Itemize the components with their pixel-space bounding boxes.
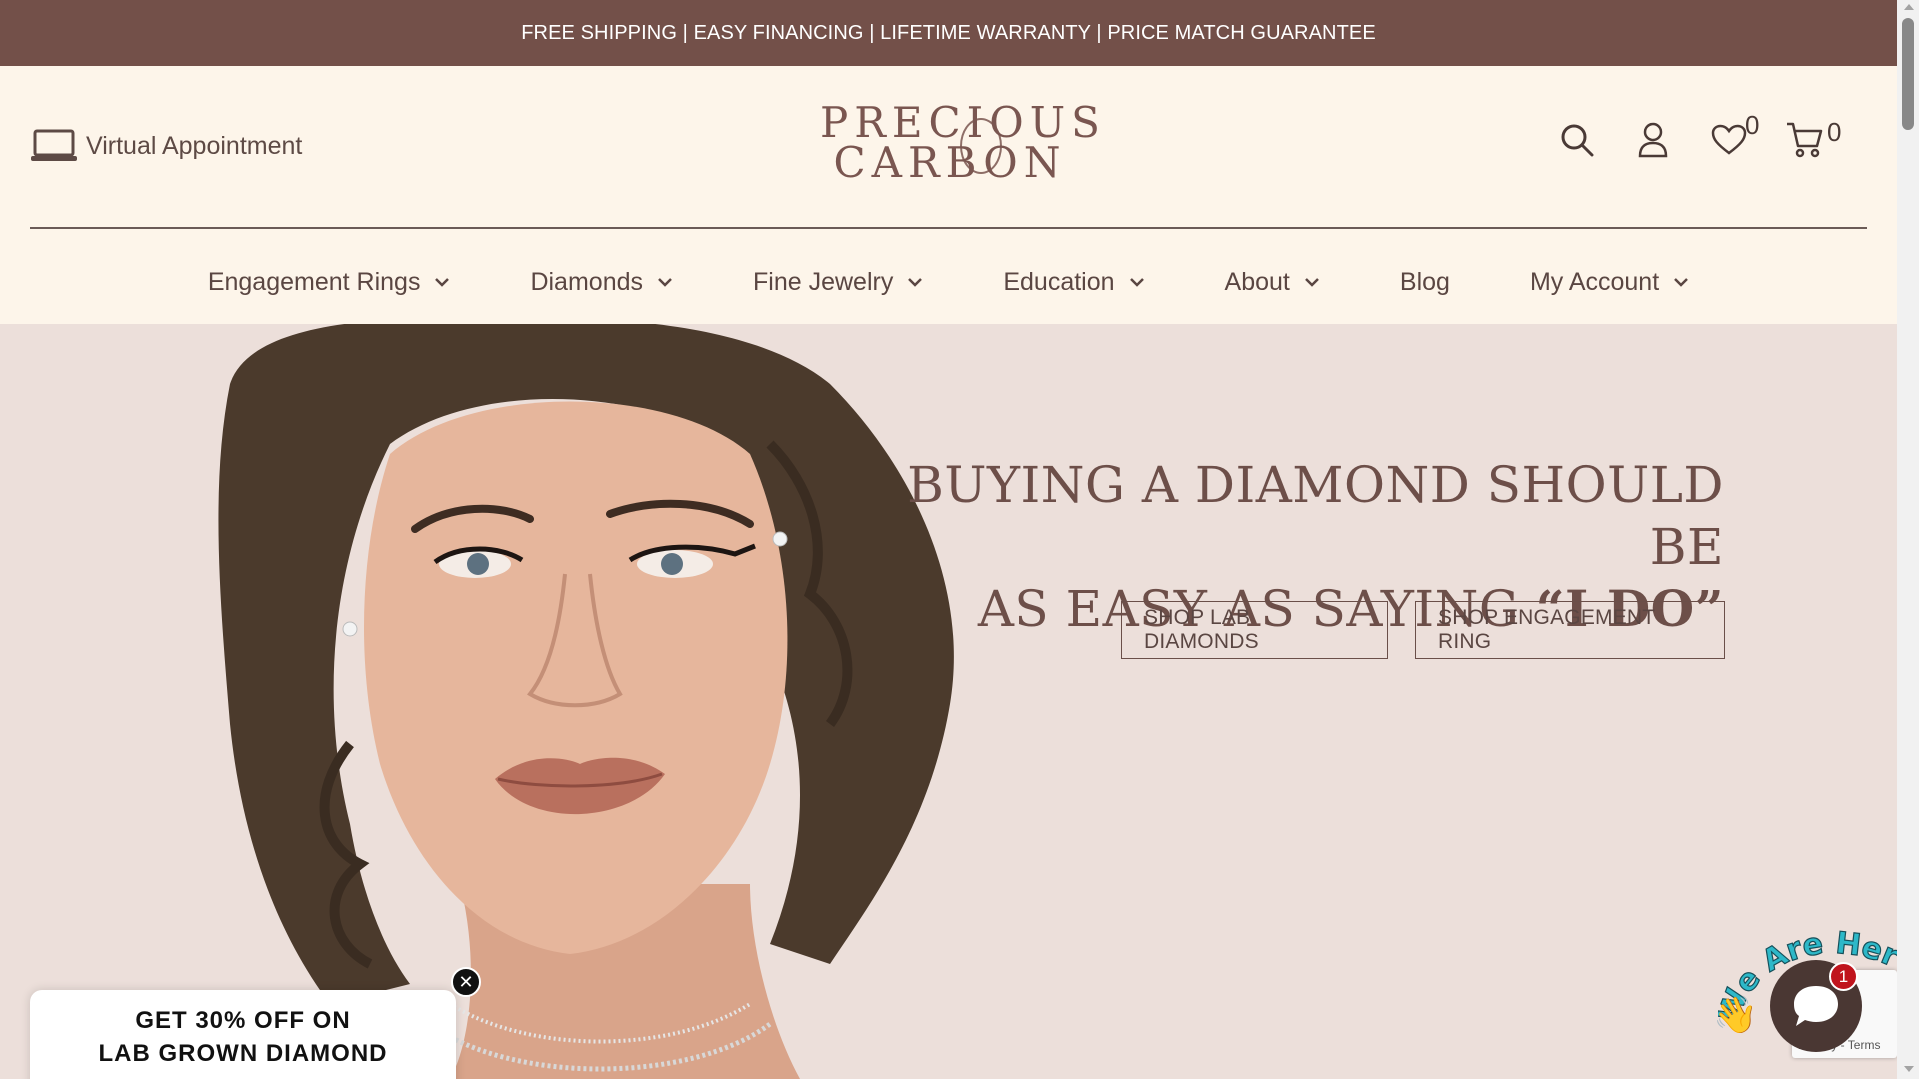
nav-item-engagement-rings[interactable]: Engagement Rings bbox=[208, 268, 451, 297]
site-header: Virtual Appointment PRECIOUS CARBON 0 0 … bbox=[0, 66, 1897, 324]
hero-model-image bbox=[218, 324, 954, 1079]
nav-item-about[interactable]: About bbox=[1225, 268, 1320, 297]
account-button[interactable] bbox=[1631, 118, 1675, 162]
shop-engagement-ring-button[interactable]: SHOP ENGAGEMENT RING bbox=[1415, 601, 1725, 659]
nav-item-diamonds[interactable]: Diamonds bbox=[530, 268, 673, 297]
laptop-icon bbox=[31, 129, 77, 161]
virtual-appointment-label: Virtual Appointment bbox=[86, 131, 303, 160]
chat-unread-badge: 1 bbox=[1829, 962, 1858, 991]
header-icons: 0 0 bbox=[1523, 110, 1841, 162]
logo-ring-mark bbox=[960, 118, 1002, 174]
nav-label: Education bbox=[1003, 267, 1115, 296]
promo-line1: GET 30% OFF ON bbox=[135, 1007, 351, 1034]
chevron-down-icon bbox=[658, 278, 672, 287]
nav-label: Engagement Rings bbox=[207, 267, 421, 296]
virtual-appointment-link[interactable]: Virtual Appointment bbox=[30, 128, 302, 164]
main-nav: Engagement Rings Diamonds Fine Jewelry E… bbox=[0, 252, 1897, 312]
search-button[interactable] bbox=[1555, 118, 1599, 162]
hero-headline-line1: BUYING A DIAMOND SHOULD BE bbox=[907, 456, 1724, 576]
announcement-bar: FREE SHIPPING | EASY FINANCING | LIFETIM… bbox=[0, 0, 1897, 66]
page: FREE SHIPPING | EASY FINANCING | LIFETIM… bbox=[0, 0, 1897, 1079]
hero-banner: BUYING A DIAMOND SHOULD BE AS EASY AS SA… bbox=[0, 324, 1897, 1079]
wishlist-count: 0 bbox=[1745, 110, 1760, 140]
nav-item-fine-jewelry[interactable]: Fine Jewelry bbox=[753, 268, 923, 297]
nav-label: Blog bbox=[1399, 267, 1450, 296]
cart-count: 0 bbox=[1827, 117, 1842, 147]
nav-item-my-account[interactable]: My Account bbox=[1530, 268, 1689, 297]
logo[interactable]: PRECIOUS CARBON bbox=[820, 100, 1100, 187]
search-icon bbox=[1561, 124, 1594, 157]
nav-label: About bbox=[1224, 267, 1290, 296]
nav-label: Diamonds bbox=[530, 267, 644, 296]
shop-lab-diamonds-button[interactable]: SHOP LAB DIAMONDS bbox=[1121, 601, 1388, 659]
nav-label: Fine Jewelry bbox=[753, 267, 894, 296]
logo-line2: CARBON bbox=[833, 138, 1067, 187]
scrollbar-thumb[interactable] bbox=[1902, 18, 1914, 130]
nav-item-education[interactable]: Education bbox=[1003, 268, 1144, 297]
close-icon: ✕ bbox=[458, 971, 474, 992]
wishlist-button[interactable]: 0 bbox=[1707, 110, 1759, 162]
chevron-down-icon bbox=[1129, 278, 1144, 287]
nav-item-blog[interactable]: Blog bbox=[1400, 268, 1450, 297]
promo-line2: LAB GROWN DIAMOND bbox=[98, 1040, 388, 1067]
cart-icon bbox=[1787, 122, 1823, 158]
waving-hand-icon: 👋 bbox=[1713, 994, 1758, 1035]
heart-icon bbox=[1711, 124, 1747, 155]
hero-buttons: SHOP LAB DIAMONDS SHOP ENGAGEMENT RING bbox=[1094, 601, 1725, 659]
page-scrollbar[interactable] bbox=[1897, 0, 1919, 1079]
user-icon bbox=[1638, 122, 1668, 158]
header-divider bbox=[30, 227, 1867, 229]
chevron-down-icon bbox=[908, 278, 923, 287]
chevron-down-icon bbox=[435, 278, 450, 287]
promo-popup[interactable]: GET 30% OFF ON LAB GROWN DIAMOND bbox=[30, 990, 456, 1079]
cart-button[interactable]: 0 bbox=[1783, 117, 1841, 162]
scroll-down-arrow-icon[interactable] bbox=[1904, 1066, 1914, 1072]
chevron-down-icon bbox=[1305, 278, 1319, 287]
chevron-down-icon bbox=[1674, 278, 1689, 287]
promo-close-button[interactable]: ✕ bbox=[451, 967, 481, 997]
scroll-up-arrow-icon[interactable] bbox=[1904, 4, 1914, 10]
announcement-text: FREE SHIPPING | EASY FINANCING | LIFETIM… bbox=[521, 21, 1376, 44]
nav-label: My Account bbox=[1529, 267, 1660, 296]
chat-bubble-icon bbox=[1794, 986, 1838, 1026]
